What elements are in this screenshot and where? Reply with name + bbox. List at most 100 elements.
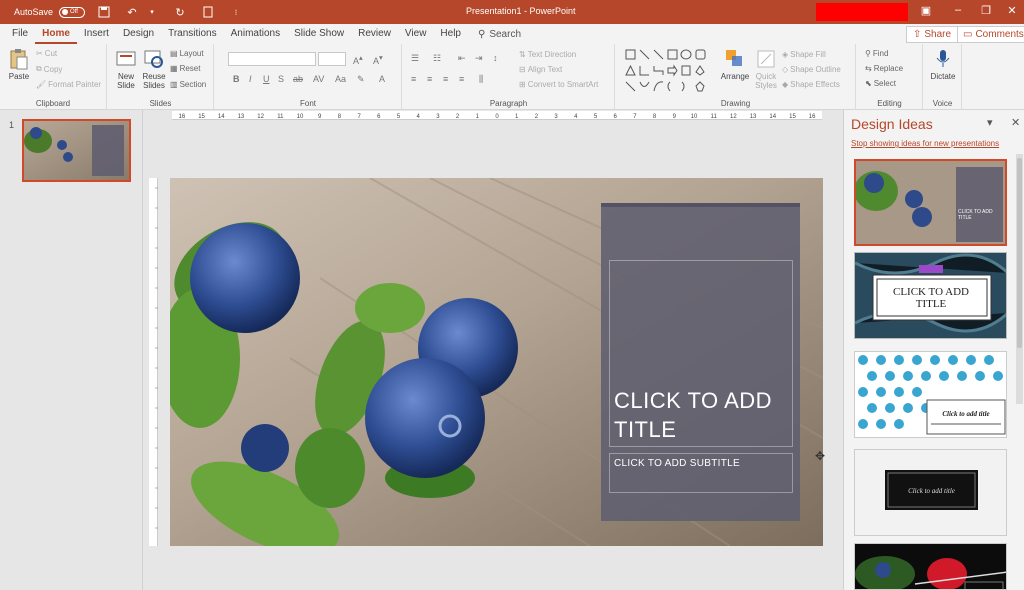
increase-font-icon[interactable]: A▴ <box>353 53 363 66</box>
select-button[interactable]: ⬉ Select <box>865 79 896 88</box>
text-direction-button[interactable]: ⇅ Text Direction <box>519 50 576 59</box>
arrange-button[interactable]: Arrange <box>720 48 750 81</box>
ruler-ticks: 16 15 14 13 12 11 10 9 8 7 6 5 4 3 2 1 0 1 2 3 4 5 6 7 8 9 10 11 12 1… <box>179 114 817 120</box>
bold-icon[interactable]: B <box>233 74 240 84</box>
ribbon-display-icon[interactable]: ▣ <box>916 4 936 17</box>
font-color-icon[interactable]: A <box>379 74 385 84</box>
change-case-icon[interactable]: Aa <box>335 74 346 84</box>
shape-outline-button[interactable]: ◇ Shape Outline <box>782 65 841 74</box>
convert-smartart-button[interactable]: ⊞ Convert to SmartArt <box>519 80 598 89</box>
shape-effects-button[interactable]: ◆ Shape Effects <box>782 80 840 89</box>
align-center-icon[interactable]: ≡ <box>427 74 432 84</box>
save-icon[interactable] <box>95 3 113 21</box>
design-idea-3[interactable]: Click to add title <box>854 351 1007 438</box>
underline-icon[interactable]: U <box>263 74 270 84</box>
line-spacing-icon[interactable]: ↕ <box>493 53 498 63</box>
tab-view[interactable]: View <box>398 24 434 44</box>
strikethrough-icon[interactable]: ab <box>293 74 303 84</box>
tab-home[interactable]: Home <box>35 24 77 44</box>
pane-scrollbar[interactable] <box>1016 154 1023 404</box>
format-painter-button[interactable]: 🖌 Format Painter <box>36 80 101 89</box>
slide-canvas[interactable]: CLICK TO ADD TITLE CLICK TO ADD SUBTITLE <box>170 178 823 546</box>
design-ideas-title: Design Ideas <box>851 116 933 132</box>
shadow-icon[interactable]: S <box>278 74 284 84</box>
align-right-icon[interactable]: ≡ <box>443 74 448 84</box>
redo-icon[interactable]: ↻ <box>171 3 189 21</box>
italic-icon[interactable]: I <box>249 74 252 84</box>
shape-fill-button[interactable]: ◈ Shape Fill <box>782 50 826 59</box>
shapes-gallery[interactable] <box>624 48 716 94</box>
layout-button[interactable]: ▤ Layout <box>170 49 204 58</box>
highlight-icon[interactable]: ✎ <box>357 74 365 85</box>
copy-icon: ⧉ <box>36 64 42 73</box>
autosave-toggle[interactable]: Off <box>59 6 86 18</box>
copy-button[interactable]: ⧉ Copy <box>36 64 62 74</box>
design-idea-5[interactable] <box>854 543 1007 590</box>
design-idea-4[interactable]: Click to add title <box>854 449 1007 536</box>
share-button[interactable]: ⇧ Share <box>906 26 959 43</box>
new-slide-label: New Slide <box>117 72 135 90</box>
touch-mode-icon[interactable] <box>199 3 217 21</box>
find-label: Find <box>872 49 889 58</box>
justify-icon[interactable]: ≡ <box>459 74 464 84</box>
quick-styles-button[interactable]: Quick Styles <box>752 48 780 90</box>
reuse-slides-icon <box>143 48 165 70</box>
font-size-box[interactable] <box>318 52 346 66</box>
undo-icon[interactable]: ↶ <box>123 3 141 21</box>
tab-animations[interactable]: Animations <box>224 24 287 44</box>
dictate-button[interactable]: Dictate <box>928 48 958 81</box>
ruler-tick-label: 10 <box>297 114 304 120</box>
pane-options-icon[interactable]: ▾ <box>987 116 993 129</box>
replace-button[interactable]: ⇆ Replace <box>865 64 903 73</box>
ruler-tick-label: 1 <box>476 114 480 120</box>
design-ideas-pane: Design Ideas ▾ ✕ Stop showing ideas for … <box>843 110 1024 590</box>
columns-icon[interactable]: ⫼ <box>479 74 483 85</box>
tab-review[interactable]: Review <box>351 24 398 44</box>
design-idea-1[interactable]: CLICK TO ADD TITLE <box>854 159 1007 246</box>
stop-showing-ideas-link[interactable]: Stop showing ideas for new presentations <box>851 139 999 148</box>
find-button[interactable]: ⚲ Find <box>865 49 888 58</box>
search-box[interactable]: ⚲ Search <box>478 29 521 40</box>
share-label: Share <box>924 29 952 40</box>
align-left-icon[interactable]: ≡ <box>411 74 416 84</box>
font-group: A▴ A▾ B I U S ab AV Aa ✎ A Font <box>215 44 402 110</box>
tab-design[interactable]: Design <box>116 24 161 44</box>
customize-qat-icon[interactable]: ⁝ <box>227 3 245 21</box>
paste-button[interactable]: Paste <box>6 48 32 81</box>
pane-scroll-thumb[interactable] <box>1017 158 1022 348</box>
tab-transitions[interactable]: Transitions <box>161 24 224 44</box>
bullets-icon[interactable]: ☰ <box>411 53 419 64</box>
reuse-slides-button[interactable]: Reuse Slides <box>141 48 167 90</box>
decrease-font-icon[interactable]: A▾ <box>373 53 383 66</box>
tab-slide-show[interactable]: Slide Show <box>287 24 351 44</box>
autosave-label: AutoSave <box>14 7 54 17</box>
align-text-button[interactable]: ⊟ Align Text <box>519 65 562 74</box>
comments-button[interactable]: ▭ Comments <box>957 26 1024 43</box>
design-idea-2[interactable]: CLICK TO ADD TITLE <box>854 252 1007 339</box>
tab-help[interactable]: Help <box>433 24 468 44</box>
slide-thumbnail[interactable] <box>22 119 131 182</box>
paragraph-group-label: Paragraph <box>489 99 528 108</box>
tab-file[interactable]: File <box>5 24 35 44</box>
font-name-box[interactable] <box>228 52 316 66</box>
char-spacing-icon[interactable]: AV <box>313 74 324 84</box>
maximize-icon[interactable]: ❐ <box>976 4 996 17</box>
title-bar: AutoSave Off ↶ ▾ ↻ ⁝ Presentation1 - Pow… <box>0 0 1024 24</box>
cut-button[interactable]: ✂ Cut <box>36 49 57 58</box>
reuse-slides-label: Reuse Slides <box>142 72 166 90</box>
numbering-icon[interactable]: ☷ <box>433 53 441 64</box>
new-slide-button[interactable]: New Slide <box>114 48 138 90</box>
tab-insert[interactable]: Insert <box>77 24 116 44</box>
increase-indent-icon[interactable]: ⇥ <box>475 53 483 64</box>
decrease-indent-icon[interactable]: ⇤ <box>458 53 466 64</box>
pane-close-icon[interactable]: ✕ <box>1011 116 1020 129</box>
search-label: Search <box>489 28 522 40</box>
ribbon: Paste ✂ Cut ⧉ Copy 🖌 Format Painter Clipboa… <box>0 44 1024 110</box>
undo-dropdown-icon[interactable]: ▾ <box>143 3 161 21</box>
close-icon[interactable]: ✕ <box>1002 4 1022 17</box>
ruler-tick-label: 11 <box>711 114 718 120</box>
section-button[interactable]: ▥ Section <box>170 80 206 89</box>
reset-button[interactable]: ▦ Reset <box>170 64 200 73</box>
toggle-knob <box>62 9 69 15</box>
minimize-icon[interactable]: – <box>948 4 968 16</box>
